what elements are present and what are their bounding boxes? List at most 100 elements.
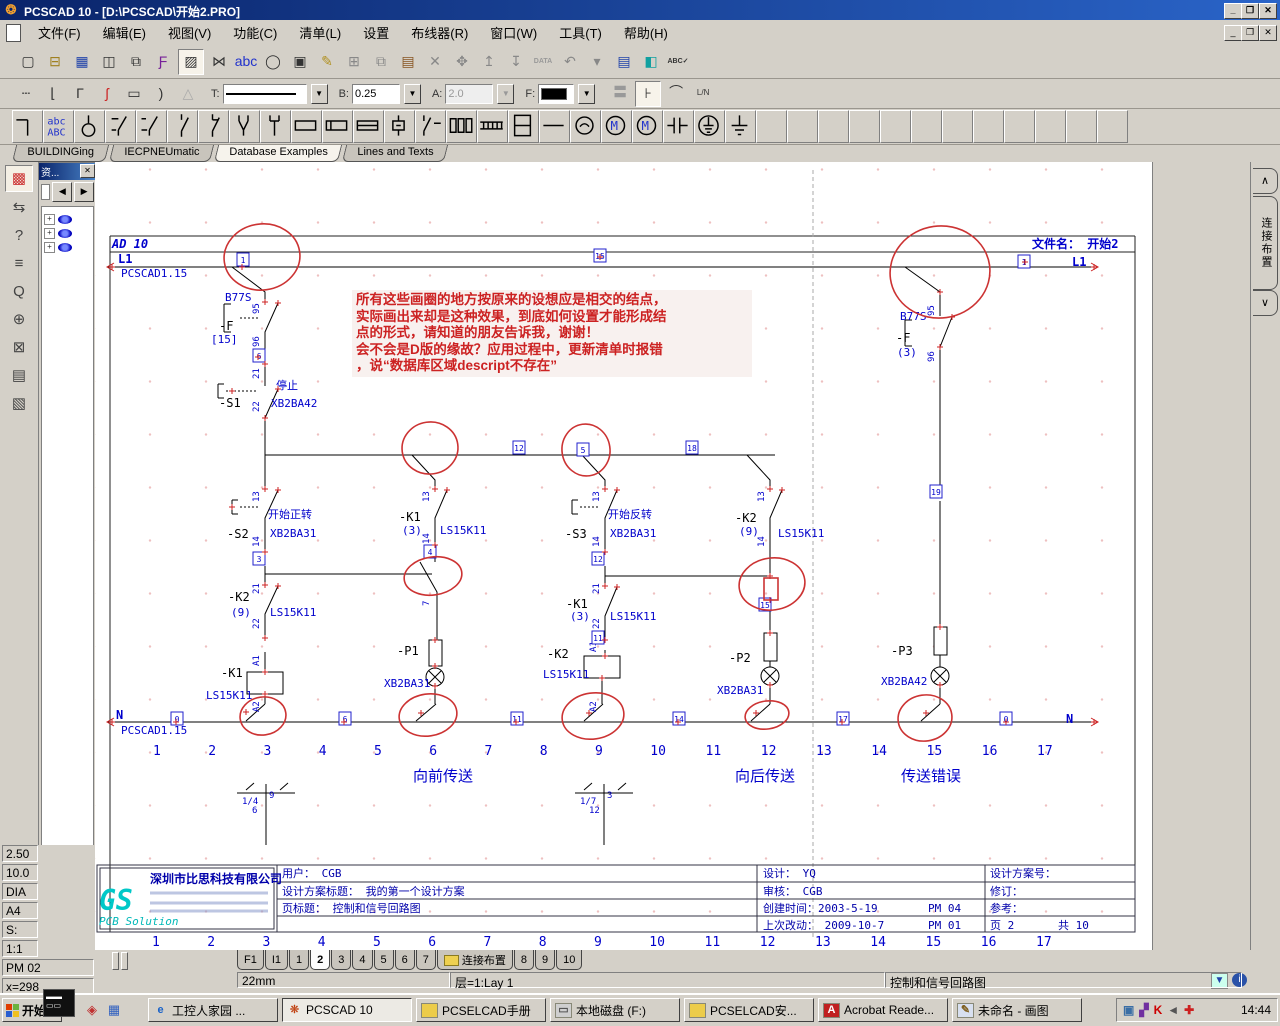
font-replace-button[interactable]: Ƒ xyxy=(151,50,175,74)
double-line-button[interactable]: 〓 xyxy=(608,81,632,105)
close-button[interactable]: ✕ xyxy=(1259,3,1277,19)
box-symbol-3-button[interactable] xyxy=(353,110,384,143)
page-tab-3[interactable]: 3 xyxy=(331,950,351,970)
mdi-close-button[interactable]: ✕ xyxy=(1259,25,1277,41)
lt-n-button[interactable]: L/N xyxy=(691,81,715,105)
list-add-icon[interactable]: ≡ xyxy=(6,251,32,276)
menu-item-4[interactable]: 功能(C) xyxy=(223,20,287,45)
page-tab-8[interactable]: 8 xyxy=(514,950,534,970)
splitter-handle-2[interactable] xyxy=(121,952,128,970)
wire-line-button[interactable] xyxy=(539,110,570,143)
page-tab-4[interactable]: 4 xyxy=(352,950,372,970)
menu-item-2[interactable]: 编辑(E) xyxy=(93,20,156,45)
triangle-button[interactable]: △ xyxy=(176,82,200,106)
fork-contact-button[interactable] xyxy=(229,110,260,143)
menu-item-3[interactable]: 视图(V) xyxy=(158,20,221,45)
text-abc-button[interactable]: abcABC xyxy=(43,110,74,143)
wire-corner-button[interactable] xyxy=(12,110,43,143)
taskbar-button-6[interactable]: AAcrobat Reade... xyxy=(818,998,948,1022)
zoom-off-icon[interactable]: ⊠ xyxy=(6,335,32,360)
symbol-tab-lines-and-texts[interactable]: Lines and Texts xyxy=(342,145,448,162)
rectangle-button[interactable]: ▭ xyxy=(122,82,146,106)
probe-button[interactable] xyxy=(74,110,105,143)
rect-device-button[interactable] xyxy=(508,110,539,143)
print-batch-button[interactable]: ⧉ xyxy=(124,50,148,74)
security-shield-icon[interactable]: ✚ xyxy=(1184,1000,1194,1020)
width-dropdown-icon[interactable]: ▼ xyxy=(404,84,421,104)
undo-dropdown-button[interactable]: ▾ xyxy=(585,50,609,74)
tree-item-1[interactable]: + xyxy=(44,214,91,225)
box-symbol-2-button[interactable] xyxy=(322,110,353,143)
polyline-dashed-button[interactable]: ┄ xyxy=(14,82,38,106)
document-edit-icon[interactable]: ▧ xyxy=(6,391,32,416)
text-abc-button[interactable]: abc xyxy=(234,50,258,74)
help-book-icon[interactable]: ? xyxy=(6,223,32,248)
page-tab-2[interactable]: 2 xyxy=(310,950,330,970)
tree-expand-icon[interactable]: + xyxy=(44,214,55,225)
page-browse-icon[interactable]: ⇆ xyxy=(6,195,32,220)
linetype-dropdown-icon[interactable]: ▼ xyxy=(311,84,328,104)
raise-button[interactable]: ↥ xyxy=(477,50,501,74)
earth-protective-button[interactable] xyxy=(694,110,725,143)
zoom-in-icon[interactable]: ⊕ xyxy=(6,307,32,332)
page-tab-10[interactable]: 10 xyxy=(556,950,582,970)
triple-contact-button[interactable] xyxy=(446,110,477,143)
mdi-restore-button[interactable]: ❐ xyxy=(1241,25,1259,41)
page-tab-f1[interactable]: F1 xyxy=(237,950,264,970)
spell-check-button[interactable]: ABC✓ xyxy=(666,50,690,74)
undo-button[interactable]: ↶ xyxy=(558,50,582,74)
panel-down-icon[interactable]: ∨ xyxy=(1253,290,1278,316)
pencil-tool-button[interactable]: ✎ xyxy=(315,50,339,74)
page-tab-i1[interactable]: I1 xyxy=(265,950,288,970)
open-button[interactable]: ⊟ xyxy=(43,50,67,74)
splitter-handle-1[interactable] xyxy=(112,952,119,970)
tree-expand-icon[interactable]: + xyxy=(44,228,55,239)
new-button[interactable]: ▢ xyxy=(16,50,40,74)
data-button[interactable]: DATA xyxy=(531,50,555,74)
arc-button[interactable]: ) xyxy=(149,82,173,106)
snap-grid-icon[interactable]: ▩ xyxy=(5,165,33,192)
color-dropdown-icon[interactable]: ▼ xyxy=(578,84,595,104)
document-view-icon[interactable]: ▤ xyxy=(6,363,32,388)
calculator-icon[interactable]: ▦ xyxy=(104,1000,124,1020)
page-tab-1[interactable]: 1 xyxy=(289,950,309,970)
polyline-button[interactable]: ⌊ xyxy=(41,82,65,106)
arc-wire-button[interactable]: ⌒ xyxy=(664,81,688,105)
schematic-canvas[interactable]: AD 10文件名： 开始2L1L1PCSCAD1.15NNPCSCAD1.15B… xyxy=(95,162,1152,950)
minimize-button[interactable]: _ xyxy=(1224,3,1242,19)
earth-ground-button[interactable] xyxy=(725,110,756,143)
lower-button[interactable]: ↧ xyxy=(504,50,528,74)
page-tab-7[interactable]: 7 xyxy=(416,950,436,970)
copy-object-button[interactable]: ⧉ xyxy=(369,50,393,74)
valve-symbol-button[interactable] xyxy=(384,110,415,143)
volume-icon[interactable]: ◄ xyxy=(1167,1000,1179,1020)
menu-item-7[interactable]: 布线器(R) xyxy=(401,20,478,45)
menu-item-10[interactable]: 帮助(H) xyxy=(614,20,678,45)
terminal-block-button[interactable] xyxy=(477,110,508,143)
restore-button[interactable]: ❐ xyxy=(1241,3,1259,19)
s-curve-button[interactable]: ʃ xyxy=(95,82,119,106)
ime-toolbar[interactable]: ▬▬▭▭ xyxy=(43,989,75,1017)
break-contact-button[interactable] xyxy=(167,110,198,143)
contact-no-dash-button[interactable] xyxy=(136,110,167,143)
move-button[interactable]: ✥ xyxy=(450,50,474,74)
palette-tree[interactable]: + + + xyxy=(41,206,94,867)
tree-item-2[interactable]: + xyxy=(44,228,91,239)
database-book-button[interactable]: ◧ xyxy=(639,50,663,74)
page-tab-9[interactable]: 9 xyxy=(535,950,555,970)
menu-item-8[interactable]: 窗口(W) xyxy=(480,20,547,45)
palette-close-icon[interactable]: ✕ xyxy=(80,164,95,178)
page-tab-5[interactable]: 5 xyxy=(374,950,394,970)
mdi-minimize-button[interactable]: _ xyxy=(1224,25,1242,41)
capacitor-button[interactable] xyxy=(663,110,694,143)
hatch-mode-button[interactable]: ▨ xyxy=(178,49,204,75)
paste-symbol-button[interactable]: ⊞ xyxy=(342,50,366,74)
taskbar-button-7[interactable]: ✎未命名 - 画图 xyxy=(952,998,1082,1022)
corner-button[interactable]: Γ xyxy=(68,82,92,106)
palette-mini-field[interactable] xyxy=(41,184,50,200)
break-contact-2-button[interactable] xyxy=(198,110,229,143)
save-button[interactable]: ▦ xyxy=(70,50,94,74)
parts-list-button[interactable]: ▤ xyxy=(612,50,636,74)
tree-item-3[interactable]: + xyxy=(44,242,91,253)
tab-connection-layout[interactable]: 连接布置 xyxy=(1253,196,1278,290)
